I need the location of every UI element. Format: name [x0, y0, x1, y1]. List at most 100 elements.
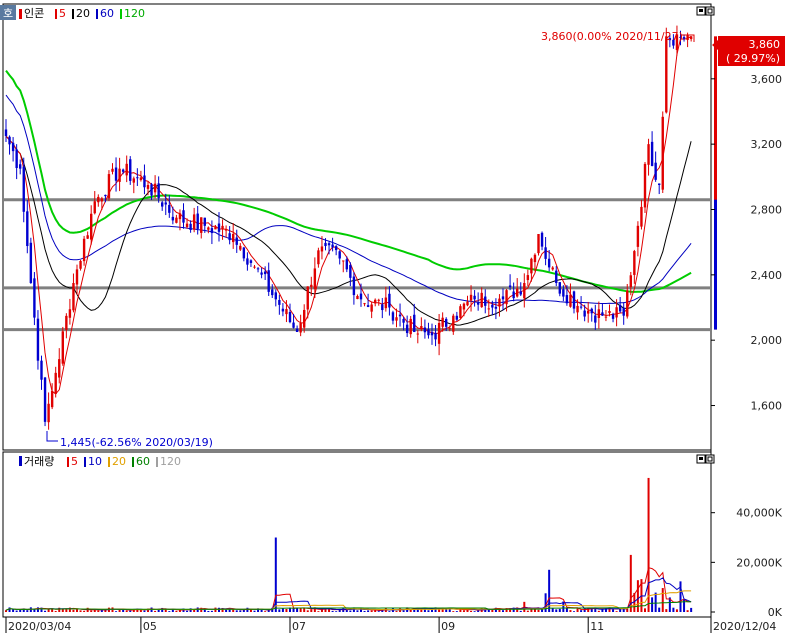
- volume-bar: [590, 609, 593, 612]
- candle-body: [97, 196, 100, 203]
- candle-body: [61, 331, 64, 364]
- volume-y-tick-label: 40,000K: [736, 507, 782, 520]
- volume-bar: [477, 610, 480, 612]
- candle-body: [313, 268, 317, 289]
- volume-bar: [636, 580, 639, 612]
- candle-body: [224, 228, 228, 231]
- volume-bar: [597, 610, 600, 612]
- candle-body: [349, 264, 352, 278]
- candle-body: [72, 283, 75, 311]
- candle-body: [469, 294, 473, 301]
- candle-body: [423, 327, 427, 333]
- volume-ma-legend-swatch: [156, 457, 158, 467]
- candle-body: [384, 297, 388, 309]
- candle-body: [68, 309, 72, 318]
- candle-body: [420, 326, 423, 329]
- volume-maximize-button[interactable]: [705, 454, 715, 464]
- candle-body: [622, 307, 625, 316]
- candle-body: [352, 276, 356, 296]
- candle-body: [555, 270, 558, 284]
- candle-body: [551, 267, 554, 270]
- volume-bar: [299, 608, 302, 612]
- candle-body: [217, 223, 221, 232]
- candle-body: [143, 175, 146, 188]
- price-ma-legend-swatch: [96, 9, 98, 19]
- volume-bar: [377, 611, 380, 612]
- volume-y-tick-label: 0K: [768, 606, 783, 619]
- volume-bar: [651, 597, 654, 612]
- volume-bar: [644, 608, 646, 612]
- volume-panel-frame: [2, 451, 712, 618]
- candle-body: [388, 293, 391, 308]
- candle-body: [665, 36, 668, 113]
- candle-body: [274, 292, 277, 300]
- candle-body: [533, 254, 537, 263]
- candle-body: [558, 282, 561, 294]
- volume-bar: [154, 610, 157, 612]
- candle-body: [210, 228, 214, 234]
- volume-bar: [72, 609, 75, 612]
- volume-bar: [203, 609, 206, 612]
- candle-body: [491, 304, 494, 308]
- candle-body: [171, 216, 175, 221]
- volume-title-marker: [19, 456, 22, 466]
- candle-body: [157, 183, 160, 199]
- volume-bar: [555, 609, 558, 612]
- candle-body: [370, 304, 373, 312]
- candle-body: [594, 315, 597, 323]
- volume-bar: [367, 610, 370, 612]
- candle-body: [249, 260, 253, 263]
- price-panel-window-buttons: [696, 6, 715, 16]
- maximize-button[interactable]: [705, 6, 715, 16]
- candle-body: [381, 304, 384, 311]
- candle-body: [359, 293, 363, 300]
- candle-body: [19, 164, 22, 169]
- candle-body: [324, 242, 327, 247]
- candle-body: [544, 247, 547, 259]
- candle-body: [583, 310, 586, 317]
- volume-ma-legend-label: 60: [136, 455, 150, 468]
- stock-name-marker: [19, 9, 22, 19]
- volume-bar: [370, 610, 373, 612]
- volume-bar: [675, 609, 678, 612]
- candle-body: [164, 202, 167, 205]
- volume-ma-legend-swatch: [132, 457, 134, 467]
- volume-bar: [654, 592, 657, 612]
- candle-body: [494, 306, 498, 309]
- candle-body: [235, 237, 238, 245]
- candle-body: [79, 260, 82, 269]
- volume-bar: [672, 607, 675, 612]
- volume-bar: [26, 610, 29, 612]
- candle-body: [345, 259, 348, 270]
- volume-bar: [569, 610, 572, 612]
- candle-body: [303, 309, 306, 328]
- volume-bar: [129, 610, 132, 612]
- candle-body: [26, 211, 29, 247]
- candle-body: [448, 328, 451, 330]
- volume-bar: [54, 611, 57, 612]
- candle-body: [200, 217, 203, 233]
- candle-body: [327, 243, 331, 246]
- candle-body: [629, 275, 632, 288]
- x-tick-label: 2020/12/04: [713, 620, 776, 633]
- volume-bar: [335, 611, 338, 612]
- candle-body: [462, 303, 466, 310]
- stock-chart: 호 인콘 5 20 60 120 1,600 2,000 2,400 2,800 3,200 3…: [0, 3, 785, 633]
- candle-body: [320, 246, 324, 252]
- volume-bar: [83, 610, 86, 612]
- candle-body: [409, 318, 412, 335]
- candle-body: [604, 316, 608, 318]
- low-annotation-text: 1,445(-62.56% 2020/03/19): [60, 436, 213, 449]
- candle-body: [530, 258, 533, 274]
- candle-body: [114, 167, 118, 181]
- volume-bar: [310, 609, 313, 612]
- volume-bar: [125, 610, 128, 612]
- candle-body: [107, 174, 111, 199]
- candle-body: [203, 217, 206, 226]
- candle-body: [601, 312, 604, 316]
- candle-body: [626, 290, 629, 317]
- candle-body: [519, 291, 522, 295]
- candle-body: [473, 295, 476, 300]
- candle-body: [508, 285, 512, 288]
- candle-body: [93, 201, 96, 214]
